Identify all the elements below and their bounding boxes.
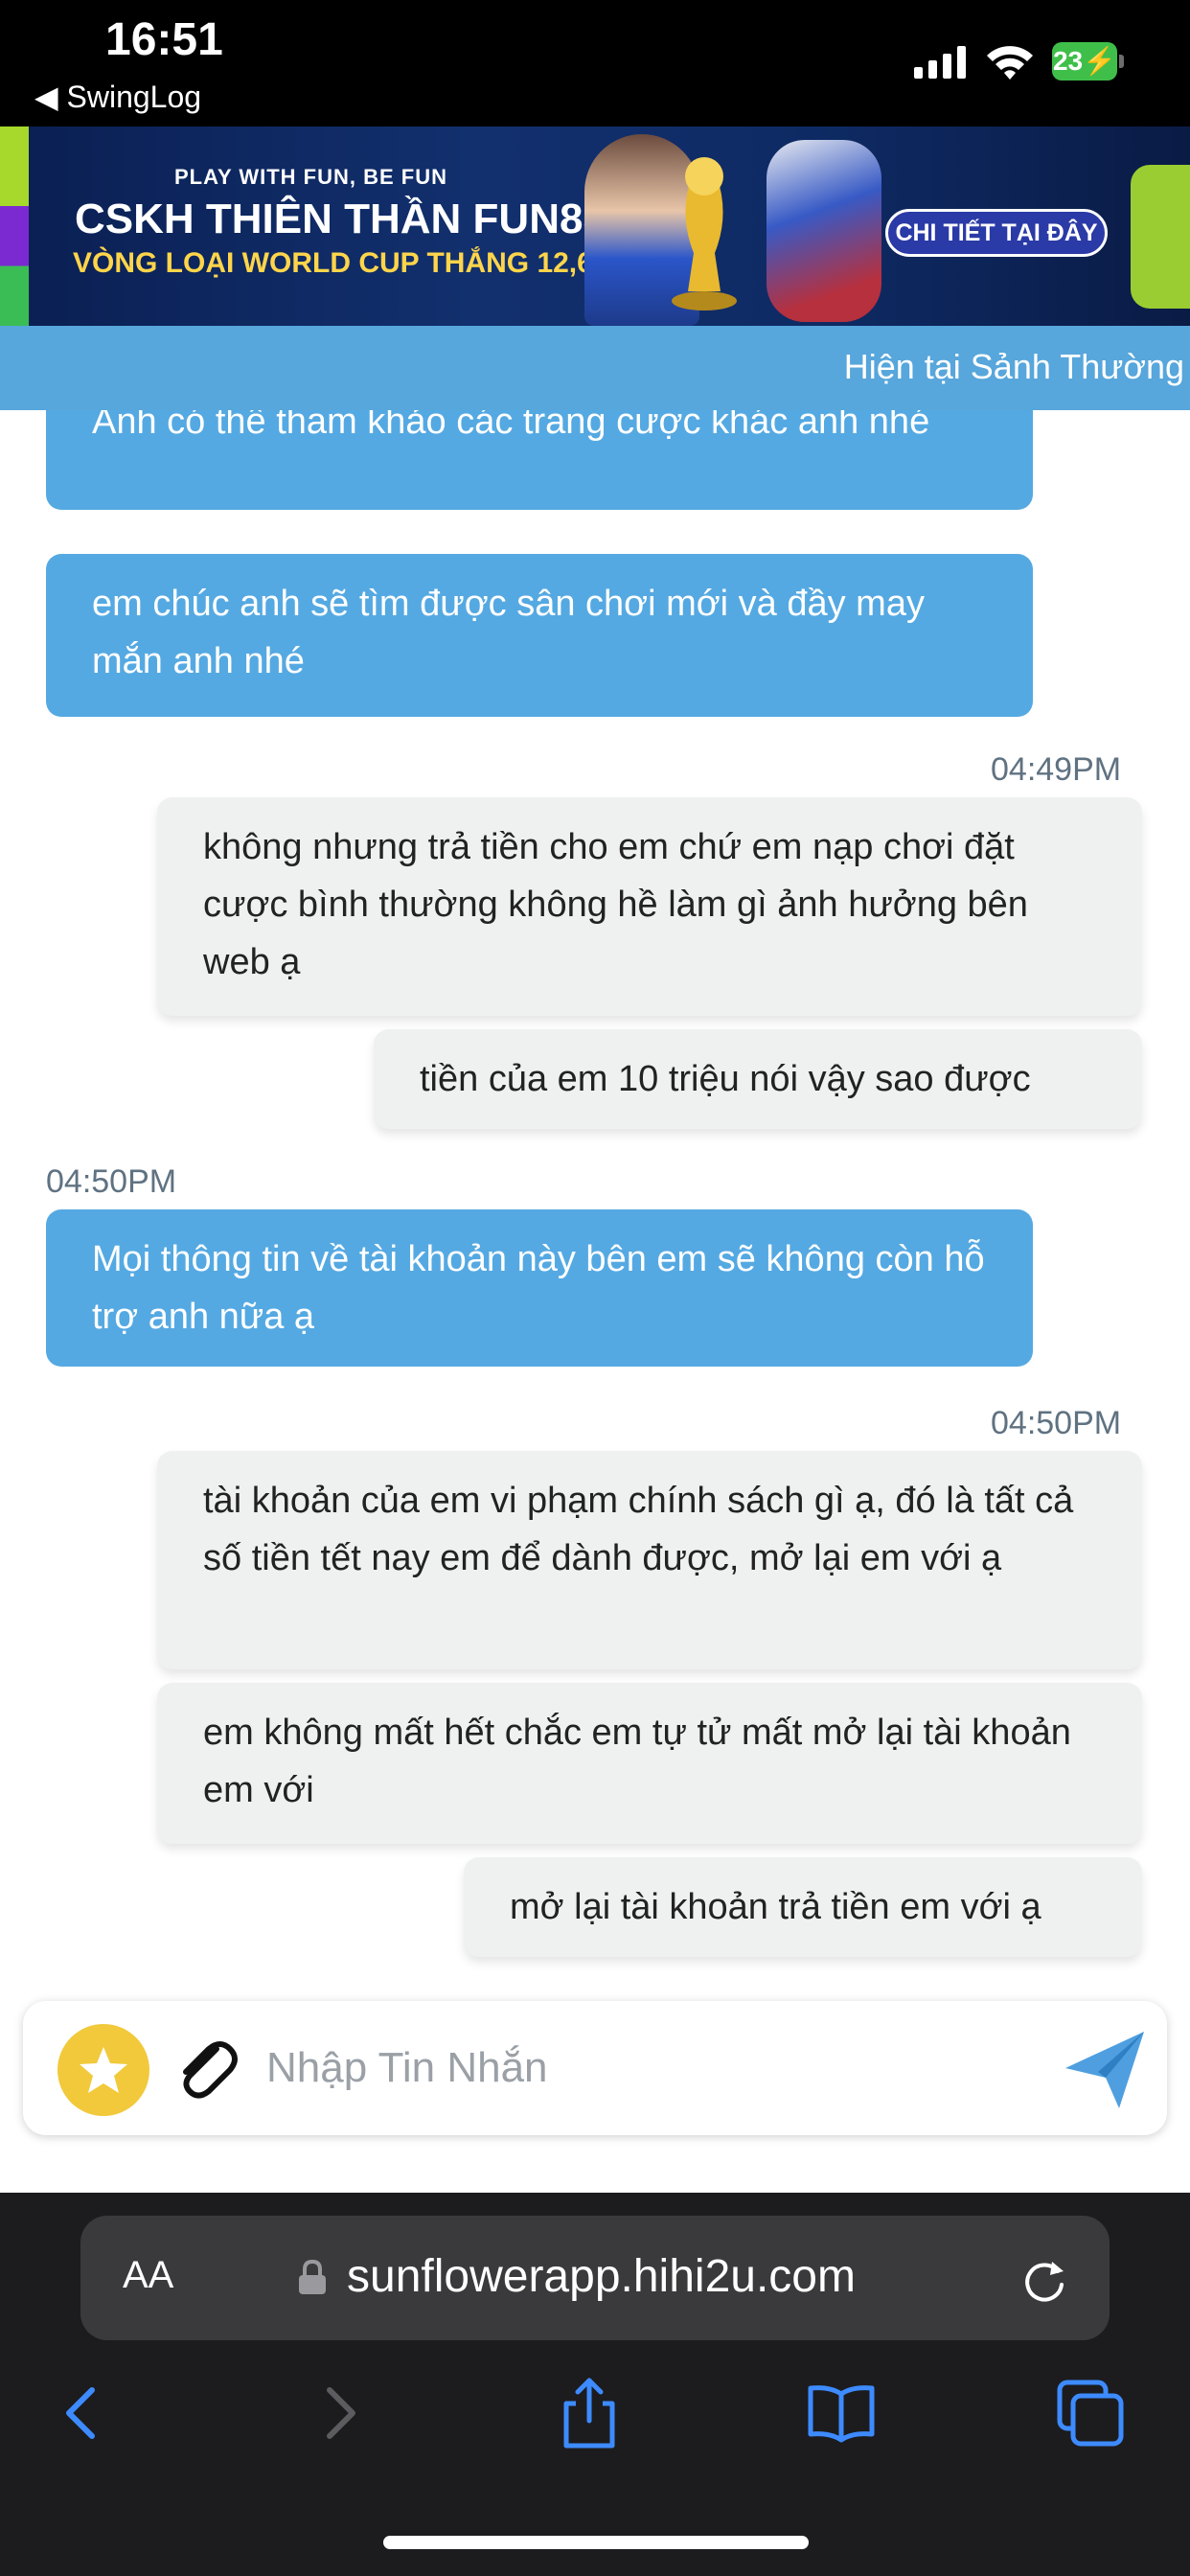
banner-cta-button[interactable]: CHI TIẾT TẠI ĐÂY — [885, 209, 1108, 257]
forward-icon[interactable] — [301, 2375, 378, 2451]
send-icon[interactable] — [1060, 2024, 1150, 2114]
banner-player-image — [767, 140, 881, 322]
message-timestamp: 04:49PM — [991, 751, 1122, 788]
user-message: mở lại tài khoản trả tiền em với ạ — [464, 1857, 1142, 1957]
status-time: 16:51 — [105, 14, 223, 65]
back-icon[interactable] — [44, 2375, 121, 2451]
hall-status-text: Hiện tại Sảnh Thường — [843, 347, 1184, 386]
trophy-image — [672, 157, 737, 310]
bookmarks-icon[interactable] — [803, 2375, 880, 2451]
agent-message: Anh có thể tham khảo các trang cược khác… — [46, 410, 1033, 510]
banner-decoration — [1131, 165, 1190, 309]
signal-icon — [914, 46, 966, 79]
promo-banner[interactable]: PLAY WITH FUN, BE FUN CSKH THIÊN THẦN FU… — [0, 126, 1190, 326]
wifi-icon — [987, 46, 1033, 80]
home-indicator[interactable] — [383, 2536, 809, 2549]
status-bar: 16:51 ◀ SwingLog 23⚡ — [0, 0, 1190, 126]
tabs-icon[interactable] — [1052, 2375, 1129, 2451]
chat-thread[interactable]: Anh có thể tham khảo các trang cược khác… — [0, 410, 1190, 2001]
charging-icon: ⚡ — [1083, 46, 1117, 76]
banner-decoration — [0, 126, 29, 326]
hall-status-bar: Hiện tại Sảnh Thường — [0, 326, 1190, 410]
share-icon[interactable] — [551, 2375, 628, 2451]
star-button[interactable] — [57, 2024, 149, 2116]
lock-icon — [299, 2260, 326, 2294]
message-timestamp: 04:50PM — [46, 1163, 177, 1200]
star-icon — [80, 2047, 127, 2093]
reader-options-button[interactable]: AA — [123, 2254, 173, 2297]
reload-icon[interactable] — [1019, 2256, 1069, 2306]
paperclip-icon[interactable] — [167, 2032, 243, 2108]
url-text: sunflowerapp.hihi2u.com — [347, 2251, 856, 2302]
banner-tagline: PLAY WITH FUN, BE FUN — [174, 165, 448, 189]
message-composer — [23, 2001, 1167, 2135]
message-input[interactable] — [266, 2030, 1052, 2106]
user-message: không nhưng trả tiền cho em chứ em nạp c… — [157, 797, 1142, 1016]
user-message: tiền của em 10 triệu nói vậy sao được — [374, 1029, 1142, 1129]
banner-subtitle: VÒNG LOẠI WORLD CUP THẮNG 12,632K — [73, 247, 646, 279]
battery-level: 23 — [1052, 46, 1084, 76]
address-bar[interactable]: AA sunflowerapp.hihi2u.com — [80, 2216, 1110, 2340]
back-to-app-link[interactable]: ◀ SwingLog — [34, 79, 201, 115]
banner-title: CSKH THIÊN THẦN FUN88 — [75, 196, 606, 242]
browser-toolbar: AA sunflowerapp.hihi2u.com — [0, 2193, 1190, 2576]
user-message: em không mất hết chắc em tự tử mất mở lạ… — [157, 1683, 1142, 1844]
user-message: tài khoản của em vi phạm chính sách gì ạ… — [157, 1451, 1142, 1669]
battery-indicator: 23⚡ — [1052, 42, 1124, 80]
agent-message: em chúc anh sẽ tìm được sân chơi mới và … — [46, 554, 1033, 717]
agent-message: Mọi thông tin về tài khoản này bên em sẽ… — [46, 1209, 1033, 1367]
message-timestamp: 04:50PM — [991, 1405, 1122, 1441]
